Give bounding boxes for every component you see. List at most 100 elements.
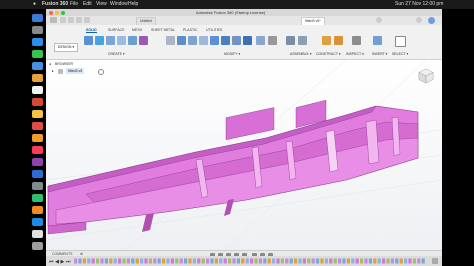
timeline-feature-icon[interactable] [417,258,421,264]
split-body-icon[interactable] [232,36,241,45]
settings-icon[interactable] [32,182,43,190]
calendar-icon[interactable] [32,98,43,106]
joint-icon[interactable] [298,36,307,45]
inspect-menu[interactable]: INSPECT ▾ [346,52,364,56]
offset-face-icon[interactable] [256,36,265,45]
timeline-feature-icon[interactable] [320,258,324,264]
select-menu[interactable]: SELECT ▾ [392,52,408,56]
timeline-feature-icon[interactable] [311,258,315,264]
timeline-feature-icon[interactable] [197,258,201,264]
timeline-feature-icon[interactable] [210,258,214,264]
maps-icon[interactable] [32,74,43,82]
tab-surface[interactable]: SURFACE [108,28,125,32]
timeline-feature-icon[interactable] [113,258,117,264]
form-icon[interactable] [139,36,148,45]
model-view[interactable] [46,60,442,250]
timeline-feature-icon[interactable] [258,258,262,264]
timeline-feature-icon[interactable] [135,258,139,264]
timeline-feature-icon[interactable] [223,258,227,264]
timeline-feature-icon[interactable] [104,258,108,264]
save-icon[interactable] [68,17,74,23]
new-component-icon[interactable] [84,36,93,45]
expand-arrow-icon[interactable]: ▸ [52,68,54,74]
timeline-feature-icon[interactable] [368,258,372,264]
offset-plane-icon[interactable] [322,36,331,45]
timeline-feature-icon[interactable] [201,258,205,264]
timeline-feature-icon[interactable] [170,258,174,264]
help-icon[interactable] [416,17,422,23]
apple-icon[interactable]: ● [33,0,36,9]
timeline-feature-icon[interactable] [206,258,210,264]
extrude-icon[interactable] [106,36,115,45]
revolve-icon[interactable] [117,36,126,45]
photos-icon[interactable] [32,86,43,94]
timeline-feature-icon[interactable] [373,258,377,264]
sketch-icon[interactable] [95,36,104,45]
timeline-feature-icon[interactable] [126,258,130,264]
avatar[interactable] [428,17,435,24]
tab-sheet-metal[interactable]: SHEET METAL [151,28,175,32]
timeline-feature-icon[interactable] [254,258,258,264]
mail-icon[interactable] [32,62,43,70]
timeline-feature-icon[interactable] [276,258,280,264]
timeline-feature-icon[interactable] [338,258,342,264]
timeline-feature-icon[interactable] [285,258,289,264]
timeline-feature-icon[interactable] [395,258,399,264]
modify-menu[interactable]: MODIFY ▾ [224,52,240,56]
timeline-feature-icon[interactable] [316,258,320,264]
app-icon-white[interactable] [32,230,43,238]
timeline-feature-icon[interactable] [131,258,135,264]
timeline-feature-icon[interactable] [219,258,223,264]
reminders-icon[interactable] [32,122,43,130]
timeline-feature-icon[interactable] [294,258,298,264]
app-icon-orange[interactable] [32,134,43,142]
timeline-feature-icon[interactable] [157,258,161,264]
fillet-icon[interactable] [177,36,186,45]
measure-icon[interactable] [352,36,361,45]
timeline-feature-icon[interactable] [272,258,276,264]
timeline-feature-icon[interactable] [87,258,91,264]
timeline-feature-icon[interactable] [412,258,416,264]
tab-solid[interactable]: SOLID [86,28,97,33]
app-icon-blue[interactable] [32,218,43,226]
browser-panel-header[interactable]: ◂ BROWSER [46,60,442,68]
3d-viewport[interactable] [46,60,442,250]
timeline-feature-icon[interactable] [144,258,148,264]
timeline-feature-icon[interactable] [175,258,179,264]
grid-menu-icon[interactable] [50,17,57,23]
timeline-feature-icon[interactable] [118,258,122,264]
timeline-feature-icon[interactable] [236,258,240,264]
create-menu[interactable]: CREATE ▾ [108,52,125,56]
timeline-feature-icon[interactable] [267,258,271,264]
timeline-feature-icon[interactable] [364,258,368,264]
timeline-feature-icon[interactable] [280,258,284,264]
timeline-feature-icon[interactable] [78,258,82,264]
timeline-feature-icon[interactable] [307,258,311,264]
timeline-feature-icon[interactable] [96,258,100,264]
tab-plastic[interactable]: PLASTIC [183,28,198,32]
timeline-feature-icon[interactable] [302,258,306,264]
timeline-feature-icon[interactable] [351,258,355,264]
timeline-feature-icon[interactable] [250,258,254,264]
timeline-feature-icon[interactable] [289,258,293,264]
collapse-icon[interactable]: ◂ [49,60,51,68]
app-menu[interactable]: Fusion 360 [42,0,68,9]
close-window-icon[interactable] [49,11,53,15]
timeline-feature-icon[interactable] [179,258,183,264]
notes-icon[interactable] [32,110,43,118]
timeline-feature-icon[interactable] [382,258,386,264]
timeline-feature-icon[interactable] [74,258,78,264]
menu-edit[interactable]: Edit [83,0,92,9]
assemble-menu[interactable]: ASSEMBLE ▾ [290,52,312,56]
timeline-feature-icon[interactable] [324,258,328,264]
timeline-feature-icon[interactable] [162,258,166,264]
timeline-feature-icon[interactable] [228,258,232,264]
construct-menu[interactable]: CONSTRUCT ▾ [316,52,341,56]
podcasts-icon[interactable] [32,158,43,166]
tab-utilities[interactable]: UTILITIES [206,28,222,32]
timeline-feature-icon[interactable] [214,258,218,264]
numbers-icon[interactable] [32,194,43,202]
fusion-icon[interactable] [32,206,43,214]
timeline-feature-icon[interactable] [91,258,95,264]
redo-icon[interactable] [84,17,90,23]
